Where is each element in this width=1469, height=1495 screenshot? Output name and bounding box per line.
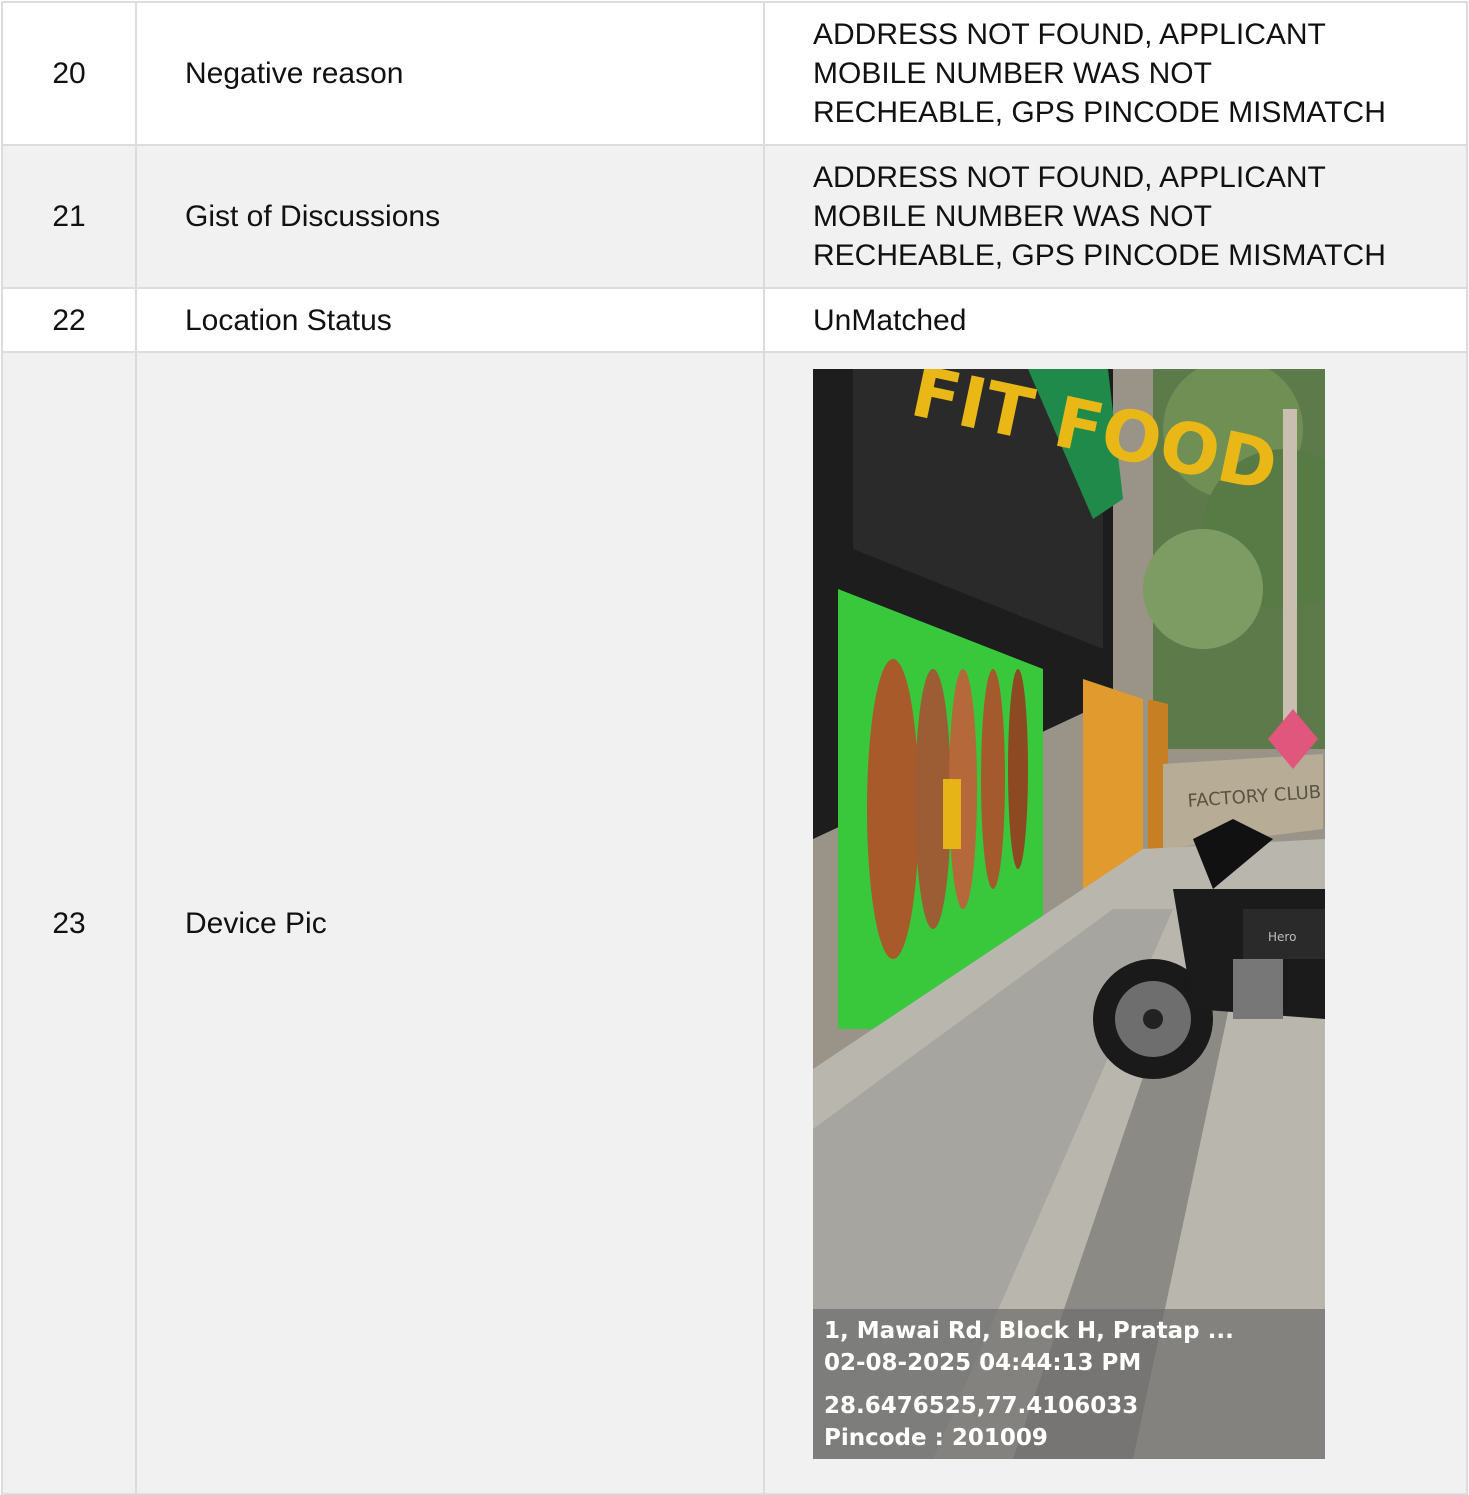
geotag-coordinates: 28.6476525,77.4106033 <box>824 1393 1139 1419</box>
row-number: 22 <box>1 287 137 353</box>
value-line: RECHEABLE, GPS PINCODE MISMATCH <box>813 96 1386 129</box>
report-table: 20 Negative reason ADDRESS NOT FOUND, AP… <box>1 1 1468 1495</box>
value-line: RECHEABLE, GPS PINCODE MISMATCH <box>813 239 1386 272</box>
row-value: ADDRESS NOT FOUND, APPLICANT MOBILE NUMB… <box>763 144 1468 289</box>
geotag-datetime: 02-08-2025 04:44:13 PM <box>824 1350 1142 1376</box>
row-number: 21 <box>1 144 137 289</box>
bike-brand-text: Hero <box>1268 930 1296 944</box>
row-label: Gist of Discussions <box>135 144 765 289</box>
geotag-pincode: Pincode : 201009 <box>824 1425 1048 1451</box>
table-row: 22 Location Status UnMatched <box>1 287 1468 353</box>
geotag-overlay: 1, Mawai Rd, Block H, Pratap ... 02-08-2… <box>813 1309 1325 1459</box>
value-line: MOBILE NUMBER WAS NOT <box>813 200 1212 233</box>
device-pic-cell: FIT FOOD FACTORY CLUB Hero 1, Mawai Rd, … <box>763 351 1468 1495</box>
device-photo: FIT FOOD FACTORY CLUB Hero 1, Mawai Rd, … <box>813 369 1325 1459</box>
row-label: Device Pic <box>135 351 765 1495</box>
value-line: ADDRESS NOT FOUND, APPLICANT <box>813 18 1326 51</box>
row-number: 20 <box>1 1 137 146</box>
geotag-address: 1, Mawai Rd, Block H, Pratap ... <box>824 1318 1234 1344</box>
location-status-value: UnMatched <box>763 287 1468 353</box>
row-label: Negative reason <box>135 1 765 146</box>
table-row: 20 Negative reason ADDRESS NOT FOUND, AP… <box>1 1 1468 146</box>
row-number: 23 <box>1 351 137 1495</box>
table-row: 21 Gist of Discussions ADDRESS NOT FOUND… <box>1 144 1468 289</box>
table-row: 23 Device Pic FIT FOOD FACTORY CLUB Hero… <box>1 351 1468 1495</box>
row-value: ADDRESS NOT FOUND, APPLICANT MOBILE NUMB… <box>763 1 1468 146</box>
row-label: Location Status <box>135 287 765 353</box>
street-scene-illustration: FIT FOOD FACTORY CLUB Hero <box>813 369 1325 1459</box>
value-line: ADDRESS NOT FOUND, APPLICANT <box>813 161 1326 194</box>
value-line: MOBILE NUMBER WAS NOT <box>813 57 1212 90</box>
